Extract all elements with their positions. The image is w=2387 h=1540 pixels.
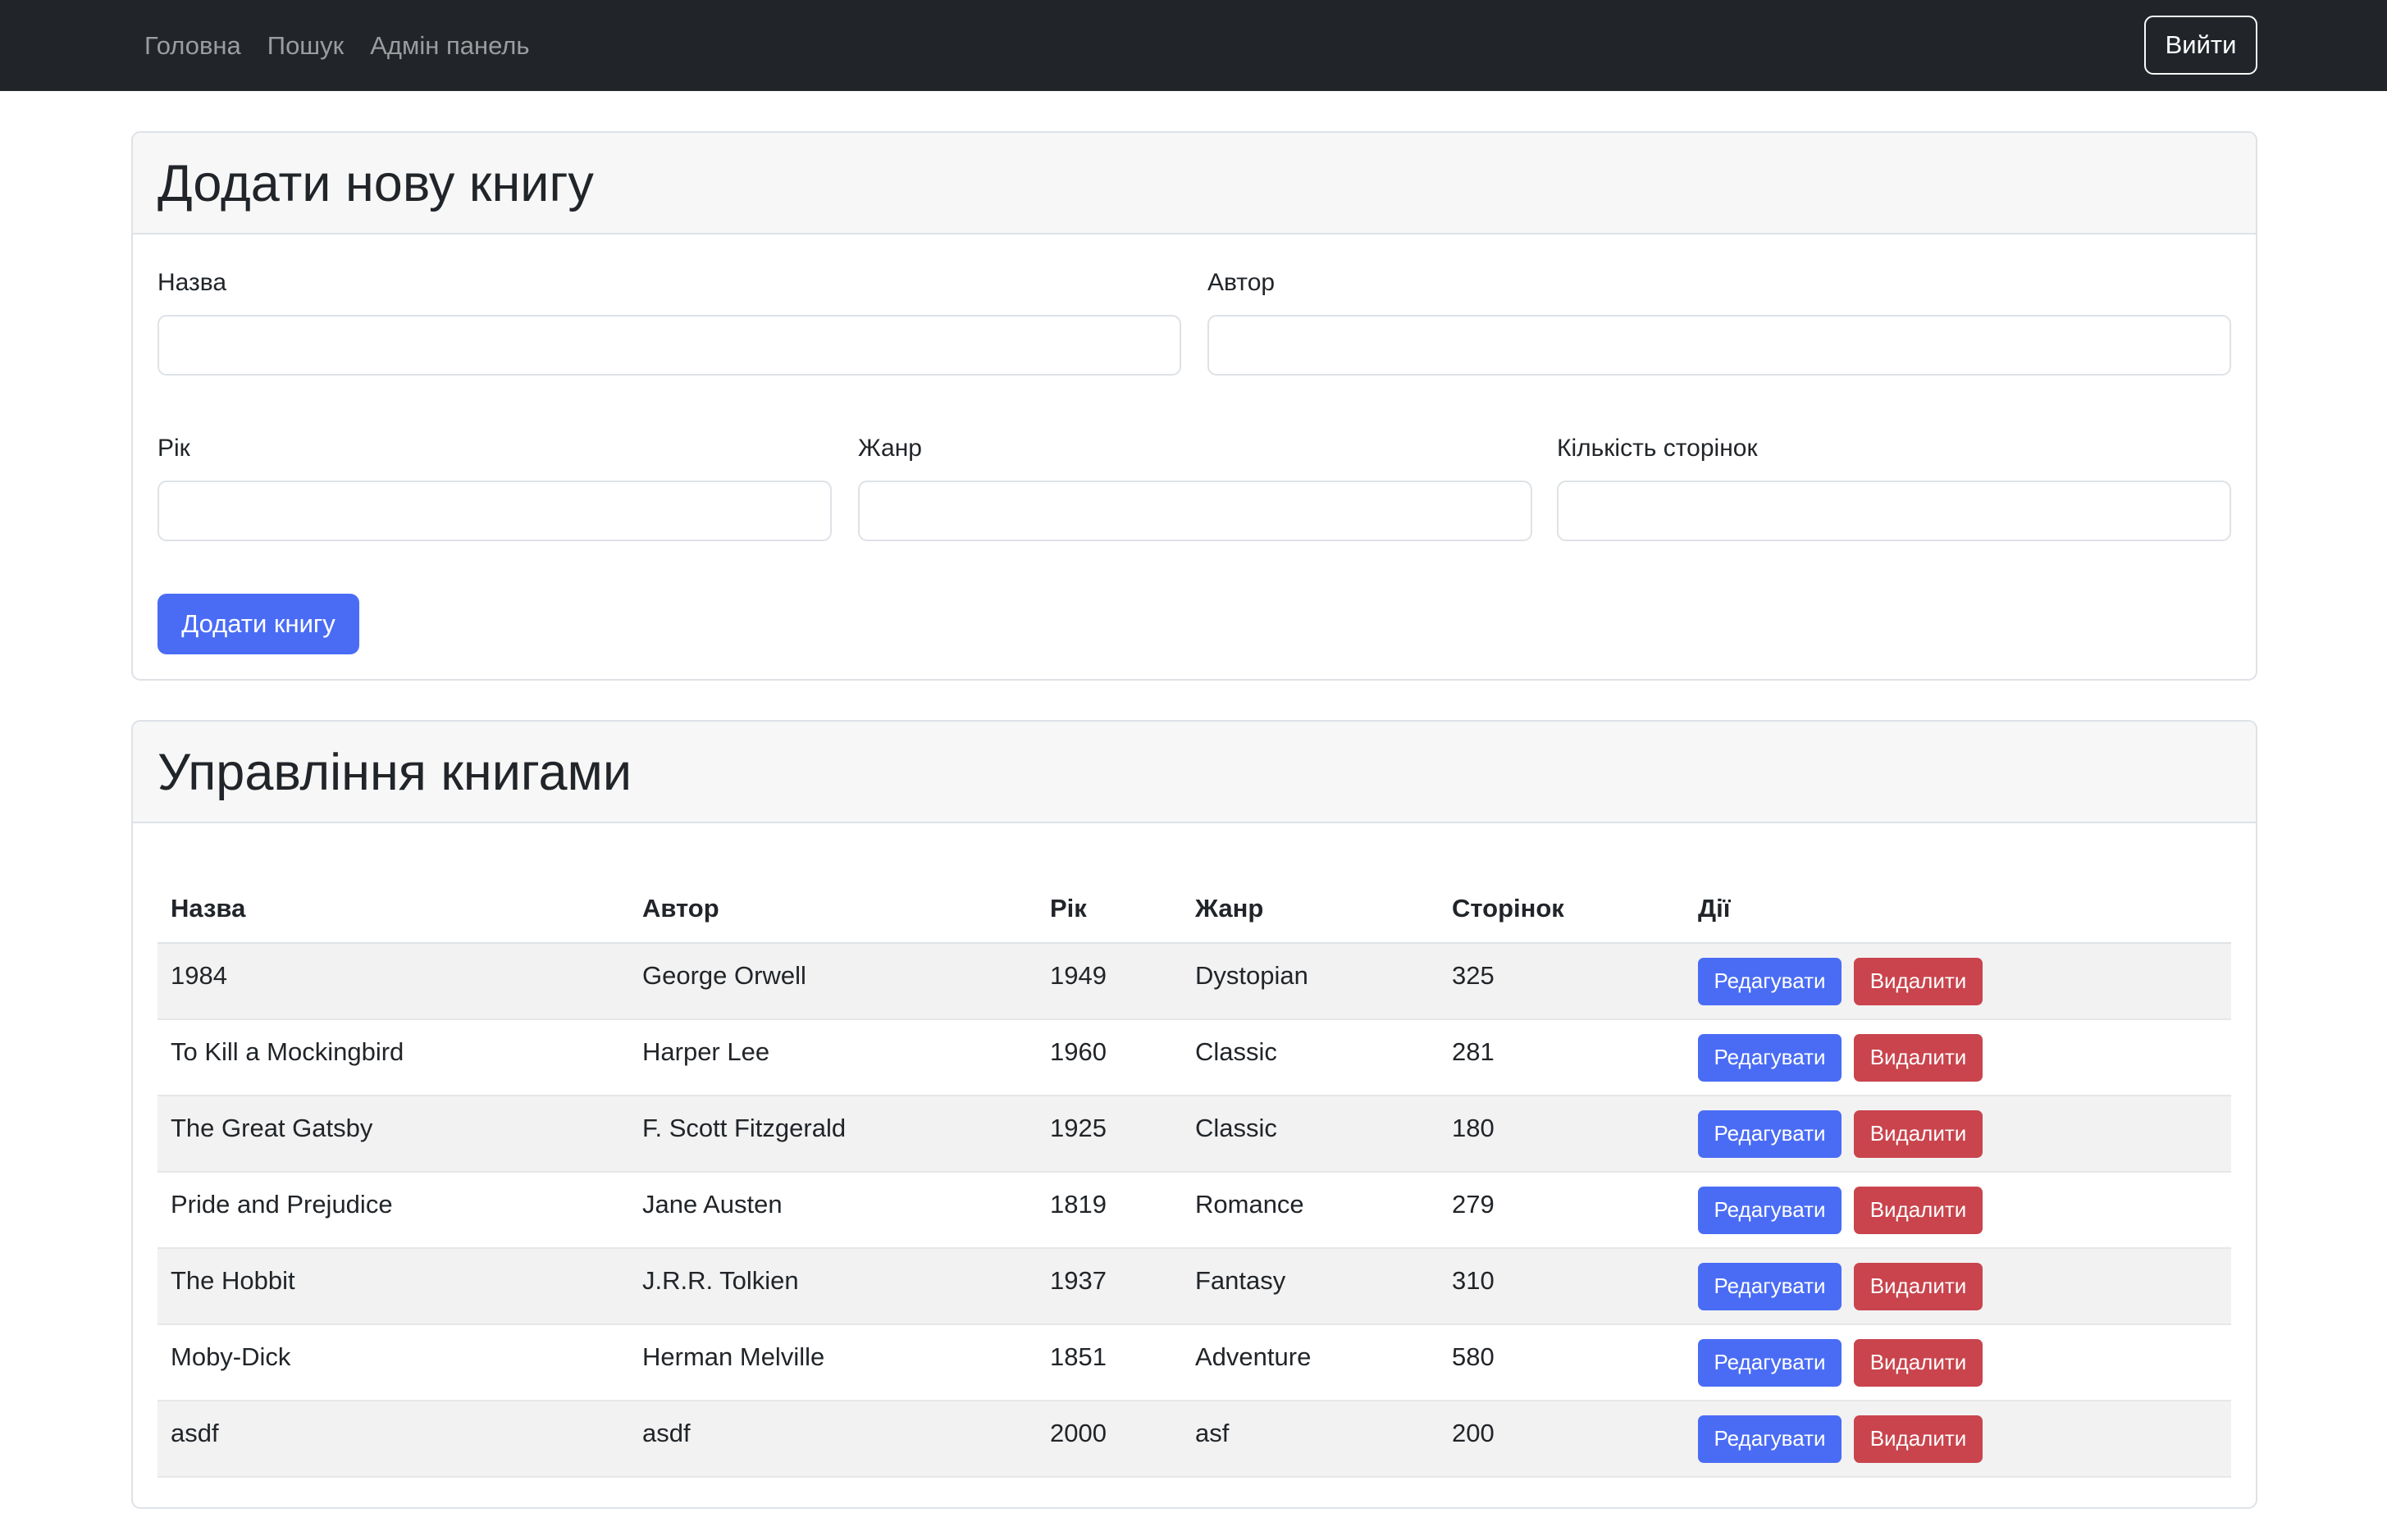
manage-books-title: Управління книгами [157, 744, 632, 801]
delete-button[interactable]: Видалити [1854, 1186, 1983, 1234]
genre-input[interactable] [858, 481, 1532, 541]
cell-actions: Редагувати Видалити [1685, 1401, 2231, 1478]
year-label: Рік [157, 435, 190, 462]
top-navbar: Головна Пошук Адмін панель Вийти [0, 0, 2387, 91]
cell-year: 1925 [1037, 1096, 1182, 1173]
edit-button[interactable]: Редагувати [1698, 1033, 1842, 1082]
table-row: asdf asdf 2000 asf 200 Редагувати Видалит… [157, 1401, 2231, 1478]
edit-button[interactable]: Редагувати [1698, 957, 1842, 1005]
cell-actions: Редагувати Видалити [1685, 943, 2231, 1020]
cell-title: The Hobbit [157, 1248, 629, 1325]
cell-author: F. Scott Fitzgerald [629, 1096, 1037, 1173]
cell-genre: Adventure [1182, 1324, 1439, 1401]
cell-pages: 325 [1439, 943, 1685, 1020]
title-input[interactable] [157, 315, 1181, 376]
cell-actions: Редагувати Видалити [1685, 1248, 2231, 1325]
cell-title: Pride and Prejudice [157, 1172, 629, 1249]
cell-pages: 200 [1439, 1401, 1685, 1478]
nav-link-admin[interactable]: Адмін панель [370, 31, 529, 61]
cell-year: 1949 [1037, 943, 1182, 1020]
cell-author: Herman Melville [629, 1324, 1037, 1401]
table-row: The Hobbit J.R.R. Tolkien 1937 Fantasy 3… [157, 1248, 2231, 1325]
author-label: Автор [1207, 269, 1276, 296]
delete-button[interactable]: Видалити [1854, 1262, 1983, 1310]
genre-label: Жанр [858, 435, 922, 462]
edit-button[interactable]: Редагувати [1698, 1109, 1842, 1158]
cell-year: 1937 [1037, 1248, 1182, 1325]
column-header-year: Рік [1037, 874, 1182, 944]
cell-author: George Orwell [629, 943, 1037, 1020]
delete-button[interactable]: Видалити [1854, 1338, 1983, 1387]
nav-link-home[interactable]: Головна [144, 31, 241, 61]
cell-year: 1851 [1037, 1324, 1182, 1401]
cell-genre: Fantasy [1182, 1248, 1439, 1325]
cell-title: 1984 [157, 943, 629, 1020]
add-book-card-header: Додати нову книгу [133, 133, 2256, 235]
column-header-actions: Дії [1685, 874, 2231, 944]
delete-button[interactable]: Видалити [1854, 1033, 1983, 1082]
manage-books-card: Управління книгами Назва Автор Рік Жанр … [131, 720, 2257, 1509]
cell-pages: 310 [1439, 1248, 1685, 1325]
column-header-author: Автор [629, 874, 1037, 944]
add-book-title: Додати нову книгу [157, 155, 594, 212]
edit-button[interactable]: Редагувати [1698, 1186, 1842, 1234]
delete-button[interactable]: Видалити [1854, 957, 1983, 1005]
cell-title: The Great Gatsby [157, 1096, 629, 1173]
cell-actions: Редагувати Видалити [1685, 1324, 2231, 1401]
cell-author: J.R.R. Tolkien [629, 1248, 1037, 1325]
cell-genre: asf [1182, 1401, 1439, 1478]
cell-actions: Редагувати Видалити [1685, 1172, 2231, 1249]
cell-actions: Редагувати Видалити [1685, 1019, 2231, 1096]
title-label: Назва [157, 269, 227, 296]
table-row: To Kill a Mockingbird Harper Lee 1960 Cl… [157, 1019, 2231, 1096]
cell-title: asdf [157, 1401, 629, 1478]
cell-year: 2000 [1037, 1401, 1182, 1478]
pages-input[interactable] [1557, 481, 2231, 541]
edit-button[interactable]: Редагувати [1698, 1338, 1842, 1387]
logout-button[interactable]: Вийти [2144, 16, 2257, 75]
manage-books-card-header: Управління книгами [133, 722, 2256, 823]
edit-button[interactable]: Редагувати [1698, 1262, 1842, 1310]
year-input[interactable] [157, 481, 832, 541]
table-row: The Great Gatsby F. Scott Fitzgerald 192… [157, 1096, 2231, 1173]
cell-pages: 580 [1439, 1324, 1685, 1401]
table-row: Moby-Dick Herman Melville 1851 Adventure… [157, 1324, 2231, 1401]
table-row: 1984 George Orwell 1949 Dystopian 325 Ре… [157, 943, 2231, 1020]
cell-actions: Редагувати Видалити [1685, 1096, 2231, 1173]
cell-author: Jane Austen [629, 1172, 1037, 1249]
column-header-genre: Жанр [1182, 874, 1439, 944]
cell-genre: Classic [1182, 1019, 1439, 1096]
cell-pages: 180 [1439, 1096, 1685, 1173]
table-header-row: Назва Автор Рік Жанр Сторінок Дії [157, 874, 2231, 944]
delete-button[interactable]: Видалити [1854, 1109, 1983, 1158]
cell-genre: Dystopian [1182, 943, 1439, 1020]
cell-genre: Romance [1182, 1172, 1439, 1249]
add-book-card: Додати нову книгу Назва Автор Рік Жанр К… [131, 131, 2257, 681]
column-header-title: Назва [157, 874, 629, 944]
cell-author: Harper Lee [629, 1019, 1037, 1096]
pages-label: Кількість сторінок [1557, 435, 1758, 462]
column-header-pages: Сторінок [1439, 874, 1685, 944]
cell-author: asdf [629, 1401, 1037, 1478]
cell-year: 1960 [1037, 1019, 1182, 1096]
books-table: Назва Автор Рік Жанр Сторінок Дії 1984 G… [157, 874, 2231, 1478]
author-input[interactable] [1207, 315, 2231, 376]
cell-pages: 279 [1439, 1172, 1685, 1249]
delete-button[interactable]: Видалити [1854, 1415, 1983, 1463]
cell-title: To Kill a Mockingbird [157, 1019, 629, 1096]
add-book-button[interactable]: Додати книгу [157, 594, 359, 654]
cell-genre: Classic [1182, 1096, 1439, 1173]
nav-link-search[interactable]: Пошук [267, 31, 344, 61]
cell-title: Moby-Dick [157, 1324, 629, 1401]
cell-pages: 281 [1439, 1019, 1685, 1096]
table-row: Pride and Prejudice Jane Austen 1819 Rom… [157, 1172, 2231, 1249]
nav-links: Головна Пошук Адмін панель [144, 0, 530, 91]
cell-year: 1819 [1037, 1172, 1182, 1249]
edit-button[interactable]: Редагувати [1698, 1415, 1842, 1463]
